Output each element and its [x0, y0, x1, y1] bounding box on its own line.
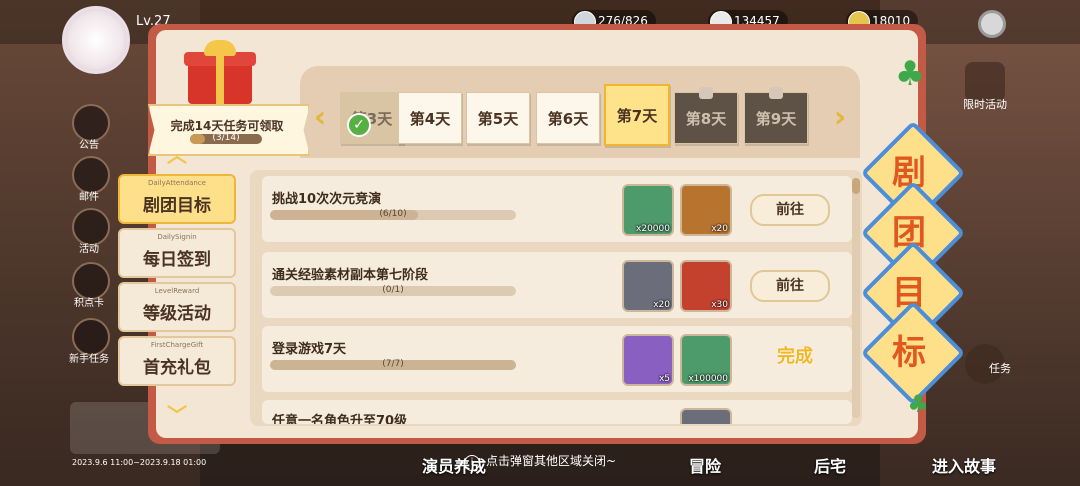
player-avatar[interactable]: [62, 6, 130, 74]
tab-subtitle: LevelReward: [154, 287, 200, 295]
reward-qty: x20: [653, 300, 670, 310]
day-label: 第7天: [616, 106, 658, 125]
scroll-down-chevron-icon[interactable]: ﹀: [162, 405, 192, 425]
reward-qty: x30: [711, 300, 728, 310]
limited-event-label: 限时活动: [963, 98, 1007, 111]
task-progress-count: (7/7): [382, 359, 404, 369]
event-label: 活动: [79, 244, 99, 255]
lock-icon: [699, 87, 713, 99]
announcement-label: 公告: [79, 140, 99, 151]
days-next-arrow-icon[interactable]: ›: [828, 98, 852, 138]
tab-troupe-goals[interactable]: DailyAttendance 剧团目标: [118, 174, 236, 224]
quest-label: 任务: [989, 362, 1011, 375]
day-tab-6[interactable]: 第6天: [536, 92, 600, 144]
completed-stamp: 完成: [777, 346, 813, 367]
goto-button[interactable]: 前往: [750, 270, 830, 302]
tab-subtitle: DailySignin: [157, 233, 197, 241]
gift-ribbon: [216, 52, 224, 104]
day-tab-5[interactable]: 第5天: [466, 92, 530, 144]
days-prev-arrow-icon[interactable]: ‹: [308, 98, 332, 138]
reward-item-icon[interactable]: x20: [680, 184, 732, 236]
reward-qty: x20000: [636, 224, 670, 234]
lock-icon: [769, 87, 783, 99]
tab-label: 每日签到: [143, 250, 211, 270]
points-card-label: 积点卡: [74, 298, 104, 309]
task-title: 通关经验素材副本第七阶段: [272, 268, 429, 283]
task-title: 登录游戏7天: [272, 342, 347, 357]
reward-item-icon[interactable]: x5: [622, 334, 674, 386]
tab-label: 剧团目标: [143, 196, 211, 216]
tab-label: 首充礼包: [143, 358, 211, 378]
reward-qty: x20: [711, 224, 728, 234]
day-label: 第4天: [409, 109, 451, 128]
task-list-scroll-thumb[interactable]: [852, 178, 860, 194]
tab-daily-signin[interactable]: DailySignin 每日签到: [118, 228, 236, 278]
gift-title: 完成14天任务可领取: [170, 119, 284, 133]
day-tab-3[interactable]: 第3天 ✓: [340, 92, 404, 144]
task-title: 挑战10次次元竞演: [272, 192, 382, 207]
tab-label: 等级活动: [143, 304, 211, 324]
reward-item-icon[interactable]: x100000: [680, 334, 732, 386]
title-char: 标: [892, 332, 926, 373]
reward-item-icon[interactable]: x30: [680, 260, 732, 312]
gift-box-icon[interactable]: [184, 40, 256, 104]
clover-icon: ♣: [894, 54, 926, 94]
day-label: 第9天: [755, 109, 797, 128]
close-hint: i 点击弹窗其他区域关闭~: [0, 452, 1080, 471]
task-list-scrollbar[interactable]: [852, 178, 860, 418]
day-tab-9[interactable]: 第9天: [744, 87, 808, 144]
tab-subtitle: FirstChargeGift: [150, 341, 204, 349]
day-tab-8[interactable]: 第8天: [674, 87, 738, 144]
goto-button[interactable]: 前往: [750, 194, 830, 226]
day-tab-7[interactable]: 第7天: [604, 84, 670, 146]
tab-level-reward[interactable]: LevelReward 等级活动: [118, 282, 236, 332]
task-row: 通关经验素材副本第七阶段 (0/1) x20 x30 前往: [262, 252, 852, 318]
settings-gear-icon[interactable]: [978, 10, 1006, 38]
check-icon: ✓: [347, 113, 371, 137]
task-progress-count: (6/10): [379, 209, 407, 219]
mail-label: 邮件: [79, 192, 99, 203]
reward-qty: x100000: [688, 374, 728, 384]
scroll-up-chevron-icon[interactable]: ︿: [162, 145, 192, 165]
reward-item-icon[interactable]: x20000: [622, 184, 674, 236]
reward-item-icon[interactable]: [680, 408, 732, 424]
day-label: 第5天: [477, 109, 519, 128]
tab-first-charge[interactable]: FirstChargeGift 首充礼包: [118, 336, 236, 386]
tab-subtitle: DailyAttendance: [148, 179, 206, 187]
reward-item-icon[interactable]: x20: [622, 260, 674, 312]
task-title: 任意一名角色升至70级: [272, 414, 408, 424]
reward-qty: x5: [658, 374, 670, 384]
gift-progress-count: (3/14): [212, 133, 240, 143]
task-progress-count: (0/1): [382, 285, 404, 295]
task-row: 登录游戏7天 (7/7) x5 x100000 完成: [262, 326, 852, 392]
clover-small-icon: ♣: [907, 390, 929, 418]
info-icon: i: [463, 455, 480, 471]
close-hint-text: 点击弹窗其他区域关闭~: [485, 454, 617, 468]
day-label: 第8天: [685, 109, 727, 128]
task-row: 挑战10次次元竞演 (6/10) x20000 x20 前往: [262, 176, 852, 242]
newbie-quest-label: 新手任务: [69, 354, 109, 365]
task-row: 任意一名角色升至70级: [262, 400, 852, 424]
day-label: 第6天: [547, 109, 589, 128]
day-tab-4[interactable]: 第4天: [398, 92, 462, 144]
gift-bow: [204, 40, 236, 56]
